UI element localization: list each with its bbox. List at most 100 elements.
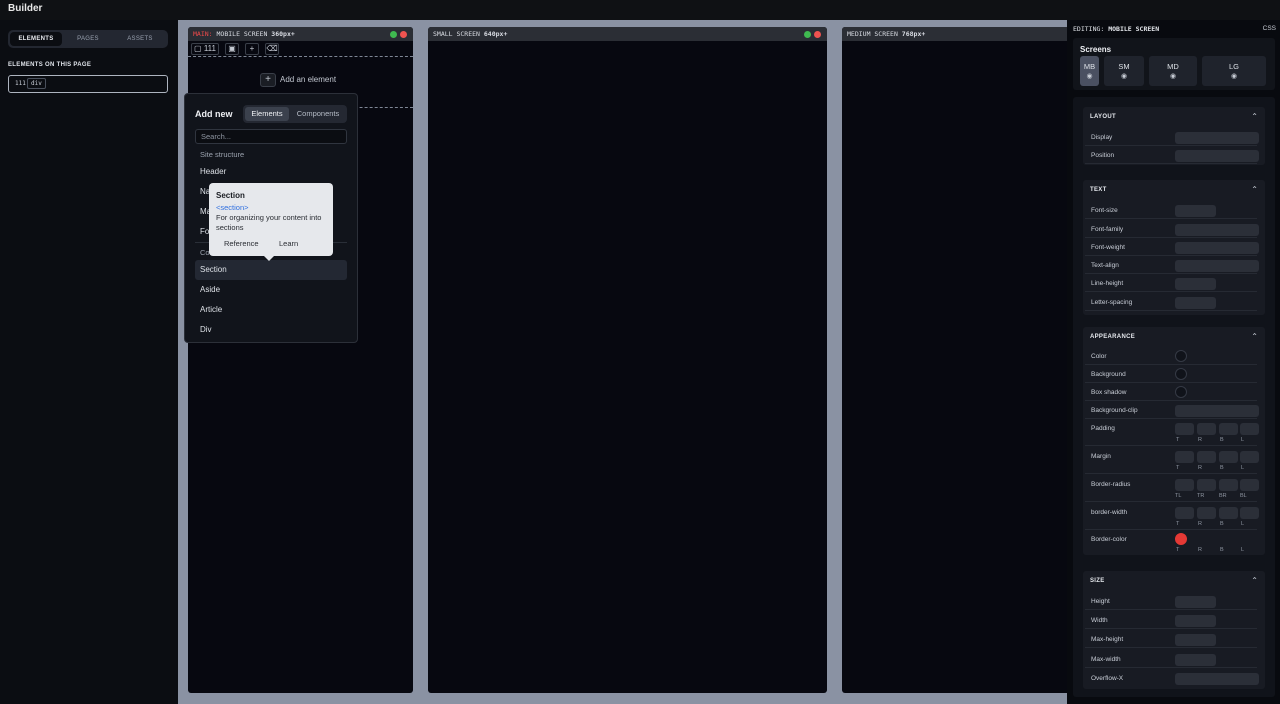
display-input[interactable] — [1175, 132, 1259, 144]
width-input[interactable] — [1175, 615, 1216, 627]
radius-bl-input[interactable] — [1240, 479, 1259, 491]
eye-icon: ◉ — [1086, 73, 1093, 80]
position-input[interactable] — [1175, 150, 1259, 162]
height-input[interactable] — [1175, 596, 1216, 608]
frame-medium[interactable]: MEDIUM SCREEN 768px+ — [842, 27, 1082, 693]
elements-section-label: ELEMENTS ON THIS PAGE — [8, 62, 92, 68]
padding-left-input[interactable] — [1240, 423, 1259, 435]
prop-row: Width — [1085, 612, 1257, 629]
element-id-label: 111 — [203, 44, 216, 53]
learn-link[interactable]: Learn — [279, 239, 298, 248]
border-width-left-input[interactable] — [1240, 507, 1259, 519]
chevron-up-icon[interactable]: ⌃ — [1251, 576, 1258, 585]
tab-assets[interactable]: ASSETS — [114, 32, 166, 46]
padding-bottom-input[interactable] — [1219, 423, 1238, 435]
chevron-up-icon[interactable]: ⌃ — [1251, 112, 1258, 121]
element-id-button[interactable]: ▢ 111 — [191, 43, 219, 55]
group-title: LAYOUT — [1090, 114, 1116, 120]
chevron-up-icon[interactable]: ⌃ — [1251, 185, 1258, 194]
radius-br-input[interactable] — [1219, 479, 1238, 491]
list-item-section[interactable]: Section — [195, 260, 347, 280]
tab-pages[interactable]: PAGES — [62, 32, 114, 46]
letter-spacing-input[interactable] — [1175, 297, 1216, 309]
list-item-header[interactable]: Header — [195, 162, 347, 182]
max-width-input[interactable] — [1175, 654, 1216, 666]
reference-link[interactable]: Reference — [224, 239, 259, 248]
list-item-article[interactable]: Article — [195, 300, 347, 320]
tooltip-title: Section — [216, 191, 245, 200]
box-shadow-swatch[interactable] — [1175, 386, 1187, 398]
side-label: B — [1220, 547, 1224, 553]
prop-label: Box shadow — [1091, 389, 1127, 396]
radius-tr-input[interactable] — [1197, 479, 1216, 491]
text-align-input[interactable] — [1175, 260, 1259, 272]
side-label: L — [1241, 437, 1245, 443]
margin-left-input[interactable] — [1240, 451, 1259, 463]
padding-top-input[interactable] — [1175, 423, 1194, 435]
border-width-top-input[interactable] — [1175, 507, 1194, 519]
screen-md-button[interactable]: MD ◉ — [1149, 56, 1197, 86]
radius-tl-input[interactable] — [1175, 479, 1194, 491]
padding-right-input[interactable] — [1197, 423, 1216, 435]
css-button[interactable]: CSS — [1263, 25, 1276, 32]
prop-label: Padding — [1091, 425, 1115, 432]
frame-size: 360px+ — [271, 30, 295, 38]
close-dot-icon[interactable] — [814, 31, 821, 38]
prop-row: Border-radius TL TR BR BL — [1085, 476, 1259, 502]
line-height-input[interactable] — [1175, 278, 1216, 290]
margin-bottom-input[interactable] — [1219, 451, 1238, 463]
list-item-div[interactable]: Div — [195, 320, 347, 340]
max-height-input[interactable] — [1175, 634, 1216, 646]
search-input[interactable]: Search... — [195, 129, 347, 144]
tab-components[interactable]: Components — [291, 107, 345, 121]
side-label: R — [1198, 437, 1202, 443]
group-title: APPEARANCE — [1090, 334, 1136, 340]
frame-small[interactable]: SMALL SCREEN 640px+ — [428, 27, 827, 693]
overflow-x-input[interactable] — [1175, 673, 1259, 685]
green-dot-icon[interactable] — [804, 31, 811, 38]
save-button[interactable]: ▣ — [225, 43, 239, 55]
prop-label: Font-size — [1091, 207, 1118, 214]
frame-header: SMALL SCREEN 640px+ — [428, 27, 827, 41]
prop-row: Color — [1085, 348, 1257, 365]
top-bar: Builder — [0, 0, 1280, 20]
green-dot-icon[interactable] — [390, 31, 397, 38]
popover-tabs: Elements Components — [243, 105, 347, 123]
prop-label: Font-weight — [1091, 244, 1125, 251]
color-swatch[interactable] — [1175, 350, 1187, 362]
tab-elements[interactable]: Elements — [245, 107, 289, 121]
plus-icon: + — [260, 73, 276, 87]
screen-lg-button[interactable]: LG ◉ — [1202, 56, 1266, 86]
background-clip-input[interactable] — [1175, 405, 1259, 417]
prop-label: Line-height — [1091, 280, 1124, 287]
add-button[interactable]: + — [245, 43, 259, 55]
square-icon: ▢ — [194, 44, 202, 53]
delete-button[interactable]: ⌫ — [265, 43, 279, 55]
chevron-up-icon[interactable]: ⌃ — [1251, 332, 1258, 341]
frame-name: SMALL SCREEN — [433, 30, 480, 38]
margin-right-input[interactable] — [1197, 451, 1216, 463]
font-size-input[interactable] — [1175, 205, 1216, 217]
font-family-input[interactable] — [1175, 224, 1259, 236]
screen-mb-button[interactable]: MB ◉ — [1080, 56, 1099, 86]
border-width-bottom-input[interactable] — [1219, 507, 1238, 519]
add-element-button[interactable]: + Add an element — [260, 73, 336, 87]
element-tag: div — [27, 78, 46, 89]
side-label: R — [1198, 465, 1202, 471]
element-tree-item[interactable]: 111 div — [8, 75, 168, 93]
font-weight-input[interactable] — [1175, 242, 1259, 254]
prop-label: Overflow-X — [1091, 675, 1124, 682]
tab-elements[interactable]: ELEMENTS — [10, 32, 62, 46]
close-dot-icon[interactable] — [400, 31, 407, 38]
list-item-aside[interactable]: Aside — [195, 280, 347, 300]
margin-top-input[interactable] — [1175, 451, 1194, 463]
border-color-swatch[interactable] — [1175, 533, 1187, 545]
prop-row: Height — [1085, 593, 1257, 610]
app-title: Builder — [8, 3, 43, 14]
properties-panel: LAYOUT ⌃ Display Position TEXT ⌃ Font-si… — [1073, 97, 1275, 697]
screen-sm-button[interactable]: SM ◉ — [1104, 56, 1144, 86]
background-swatch[interactable] — [1175, 368, 1187, 380]
border-width-right-input[interactable] — [1197, 507, 1216, 519]
eye-icon: ◉ — [1230, 73, 1238, 80]
prop-row: Font-weight — [1085, 239, 1259, 256]
